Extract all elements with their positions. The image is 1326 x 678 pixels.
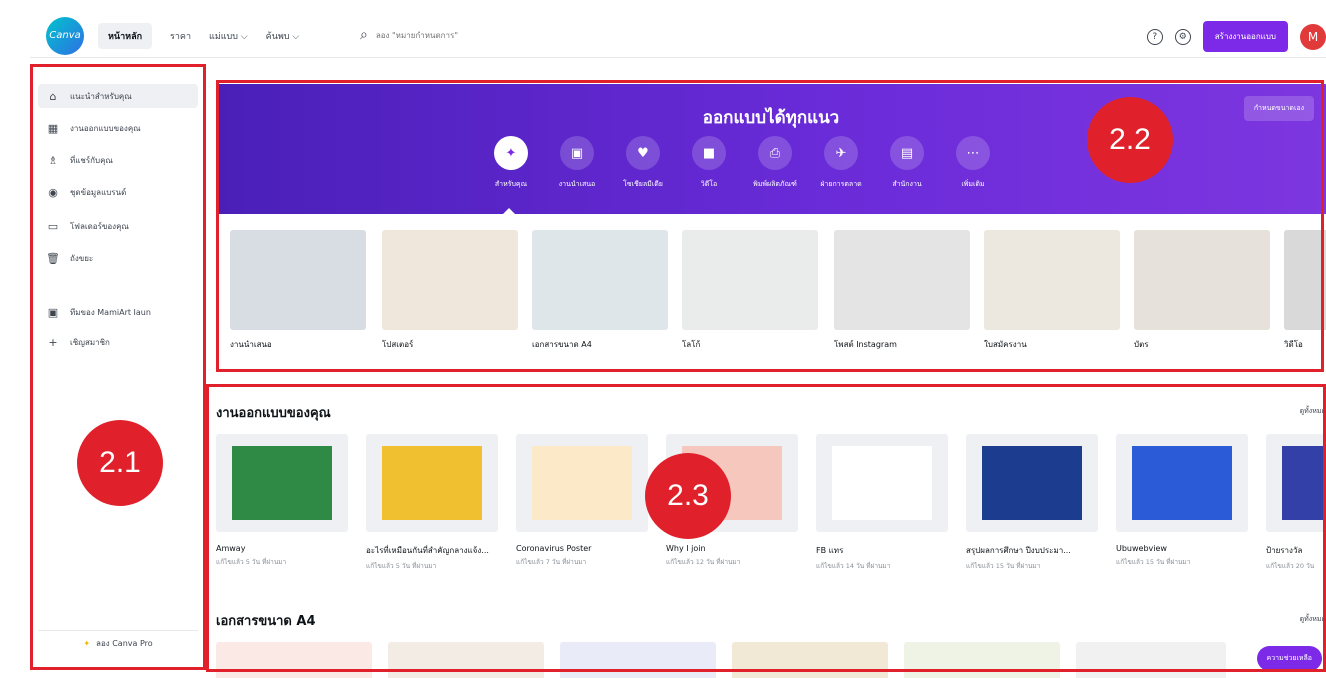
create-design-button[interactable]: สร้างงานออกแบบ: [1202, 21, 1288, 52]
avatar[interactable]: M: [1300, 23, 1326, 50]
nav-templates[interactable]: แม่แบบ ⌵: [209, 29, 248, 43]
search-icon: ⌕: [360, 27, 368, 43]
annotation-badge: 2.1: [77, 420, 163, 506]
canva-logo[interactable]: Canva: [46, 16, 84, 55]
top-navigation-bar: Canva หน้าหลัก ราคา แม่แบบ ⌵ ค้นพบ ⌵ ⌕ ?…: [30, 14, 1326, 58]
annotation-badge: 2.2: [1087, 97, 1173, 183]
nav-home[interactable]: หน้าหลัก: [98, 22, 153, 49]
gear-icon[interactable]: ⚙: [1174, 28, 1191, 45]
help-icon[interactable]: ?: [1146, 28, 1163, 45]
annotation-box-sidebar: [30, 64, 206, 670]
top-right-actions: ? ⚙ สร้างงานออกแบบ M: [1146, 21, 1326, 52]
nav-discover[interactable]: ค้นพบ ⌵: [266, 29, 300, 43]
search-bar[interactable]: ⌕: [360, 20, 1000, 50]
annotation-badge: 2.3: [645, 453, 731, 539]
nav-pricing[interactable]: ราคา: [170, 29, 191, 43]
search-input[interactable]: [375, 30, 776, 40]
annotation-box-designs: [206, 384, 1326, 672]
